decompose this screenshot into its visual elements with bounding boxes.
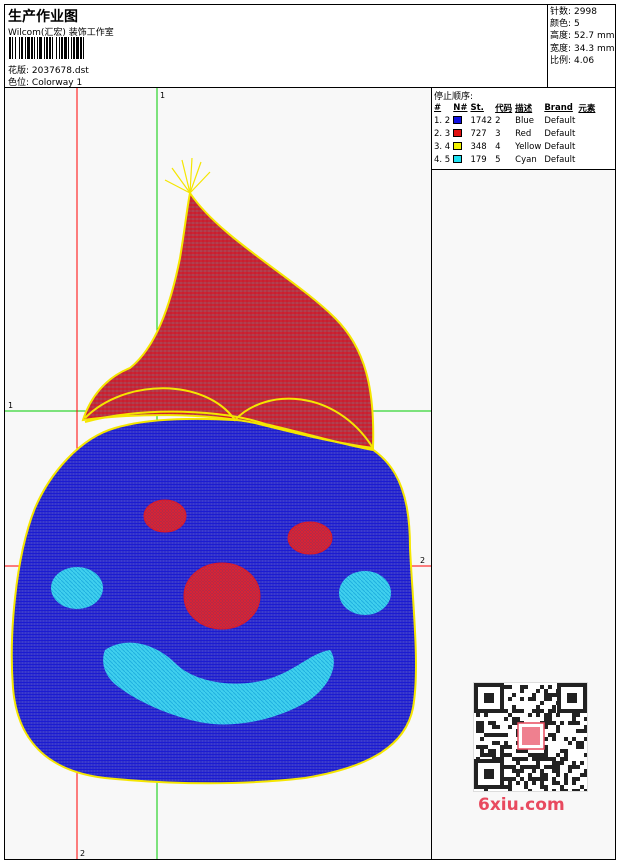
color-swatch xyxy=(453,142,463,150)
right-cheek xyxy=(339,571,391,615)
col-header: Brand xyxy=(544,102,573,113)
stat-value: 52.7 mm xyxy=(574,31,615,42)
guide-label-h1: 1 xyxy=(8,401,13,410)
row-index: 4. 5 xyxy=(434,154,451,165)
row-swatch xyxy=(453,127,470,140)
colorway-row: 色位: Colorway 1 xyxy=(8,75,82,88)
stat-label: 颜色: xyxy=(550,19,572,30)
row-swatch xyxy=(453,153,470,166)
stat-value: 2998 xyxy=(574,7,597,17)
row-stitches: 727 xyxy=(470,128,487,139)
col-header: 代码 xyxy=(495,103,513,114)
guide-label-v2: 2 xyxy=(80,849,85,858)
stat-label: 宽度: xyxy=(550,43,572,54)
colorway-label: 色位: xyxy=(8,78,30,88)
row-code: 2 xyxy=(495,115,501,126)
color-swatch xyxy=(453,116,463,124)
stop-sequence-table: # N# St. 代码 描述 Brand 元素 1. 2 1742 2 Blue Def… xyxy=(434,101,598,166)
col-header: # xyxy=(434,102,442,113)
row-desc: Red xyxy=(515,128,532,139)
production-sheet: 生产作业图 Wilcom(汇宏) 装饰工作室 花版: 2037678.dst 色… xyxy=(4,4,616,860)
row-swatch xyxy=(453,140,470,153)
stat-stitches: 针数: 2998 xyxy=(550,6,613,18)
stat-colors: 颜色: 5 xyxy=(550,18,613,30)
table-row: 3. 4 348 4 Yellow Default xyxy=(434,140,598,153)
side-panel: 停止顺序: # N# St. 代码 描述 Brand 元素 1. 2 1742 2 B… xyxy=(432,88,615,859)
row-brand: Default xyxy=(544,154,576,165)
row-brand: Default xyxy=(544,128,576,139)
table-row: 4. 5 179 5 Cyan Default xyxy=(434,153,598,166)
left-cheek xyxy=(51,567,103,609)
stat-label: 针数: xyxy=(550,7,572,17)
stat-width: 宽度: 34.3 mm xyxy=(550,43,615,55)
stat-label: 比例: xyxy=(550,55,572,66)
row-stitches: 1742 xyxy=(470,115,493,126)
nose xyxy=(183,562,261,630)
row-brand: Default xyxy=(544,141,576,152)
row-index: 2. 3 xyxy=(434,128,451,139)
sheet-title: 生产作业图 xyxy=(8,9,78,25)
colorway-value: Colorway 1 xyxy=(31,78,83,88)
row-desc: Yellow xyxy=(515,141,542,152)
row-element xyxy=(578,114,598,127)
col-header: 描述 xyxy=(515,103,533,114)
right-eye xyxy=(287,521,333,555)
sheet-header: 生产作业图 Wilcom(汇宏) 装饰工作室 花版: 2037678.dst 色… xyxy=(5,5,548,88)
color-swatch xyxy=(453,129,463,137)
row-code: 5 xyxy=(495,154,501,165)
row-desc: Blue xyxy=(515,115,534,126)
watermark-site: 6xiu.com xyxy=(478,795,565,815)
stat-scale: 比例: 4.06 xyxy=(550,55,613,67)
table-header-row: # N# St. 代码 描述 Brand 元素 xyxy=(434,101,598,114)
tassel xyxy=(164,157,211,194)
row-element xyxy=(578,153,598,166)
row-index: 3. 4 xyxy=(434,141,451,152)
row-swatch xyxy=(453,114,470,127)
table-row: 1. 2 1742 2 Blue Default xyxy=(434,114,598,127)
row-desc: Cyan xyxy=(515,154,537,165)
row-element xyxy=(578,140,598,153)
row-element xyxy=(578,127,598,140)
row-stitches: 179 xyxy=(470,154,487,165)
row-index: 1. 2 xyxy=(434,115,451,126)
col-header: 元素 xyxy=(578,103,596,114)
color-swatch xyxy=(453,155,463,163)
stat-height: 高度: 52.7 mm xyxy=(550,30,615,42)
hat-red-fill xyxy=(81,190,375,450)
embroidery-preview: 1 1 2 2 xyxy=(5,88,431,859)
stat-value: 4.06 xyxy=(574,55,595,66)
row-code: 4 xyxy=(495,141,501,152)
design-stats: 针数: 2998 颜色: 5 高度: 52.7 mm 宽度: 34.3 mm 比例: 4.… xyxy=(548,5,615,88)
design-canvas[interactable]: 1 1 2 2 xyxy=(5,88,432,859)
guide-label-h2: 2 xyxy=(420,556,425,565)
col-header: St. xyxy=(470,102,484,113)
guide-label-v1: 1 xyxy=(160,91,165,100)
row-stitches: 348 xyxy=(470,141,487,152)
col-header: N# xyxy=(453,102,468,113)
stop-sequence-panel: 停止顺序: # N# St. 代码 描述 Brand 元素 1. 2 1742 2 B… xyxy=(432,88,615,170)
stat-value: 5 xyxy=(574,19,580,30)
qr-code[interactable] xyxy=(473,682,588,793)
row-brand: Default xyxy=(544,115,576,126)
stat-value: 34.3 mm xyxy=(574,43,615,54)
row-code: 3 xyxy=(495,128,501,139)
barcode xyxy=(9,37,84,59)
left-eye xyxy=(143,499,187,533)
stat-label: 高度: xyxy=(550,31,572,42)
table-row: 2. 3 727 3 Red Default xyxy=(434,127,598,140)
